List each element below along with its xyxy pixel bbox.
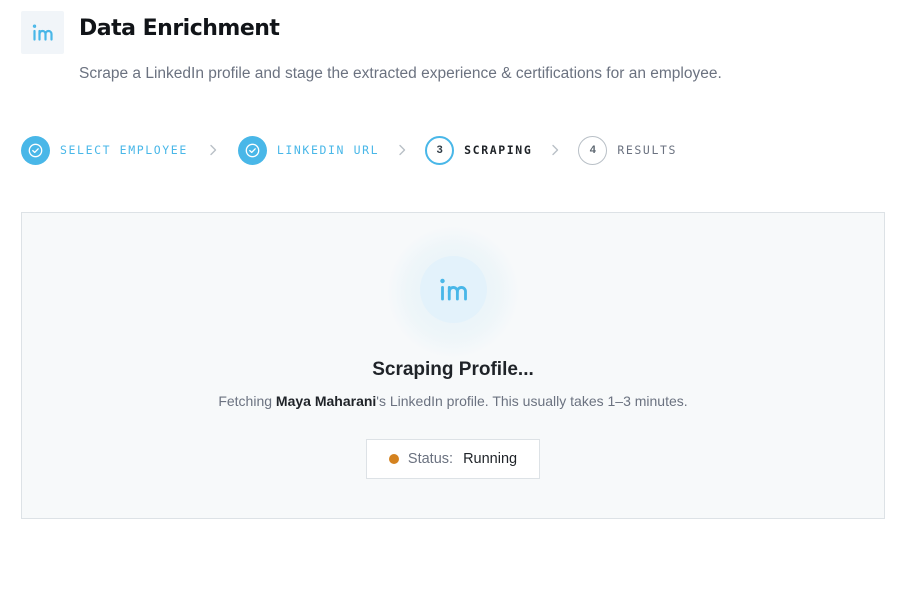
desc-suffix: 's LinkedIn profile. This usually takes … <box>376 393 688 409</box>
status-dot <box>388 454 399 464</box>
chevron-right-icon <box>395 143 409 157</box>
step-label: LINKEDIN URL <box>276 143 380 157</box>
step-label: SCRAPING <box>464 143 533 157</box>
step-results[interactable]: 4 RESULTS <box>578 135 678 165</box>
step-linkedin-url[interactable]: LINKEDIN URL <box>237 135 380 165</box>
page-subtitle: Scrape a LinkedIn profile and stage the … <box>79 65 722 82</box>
check-circle-icon <box>21 135 50 165</box>
employee-name: Maya Maharani <box>275 393 377 409</box>
data-enrichment-page: Data Enrichment Scrape a LinkedIn profil… <box>0 0 916 589</box>
stepper: SELECT EMPLOYEE LINKEDIN URL 3 SCRAPING <box>21 135 677 165</box>
step-number: 3 <box>425 135 455 165</box>
status-label: Status: <box>407 451 454 467</box>
step-scraping[interactable]: 3 SCRAPING <box>425 135 533 165</box>
step-label: RESULTS <box>617 143 678 157</box>
step-select-employee[interactable]: SELECT EMPLOYEE <box>21 135 188 165</box>
chevron-right-icon <box>206 143 220 157</box>
status-value: Running <box>463 451 518 467</box>
linkedin-icon <box>21 11 64 54</box>
page-title: Data Enrichment <box>79 16 280 41</box>
step-number: 4 <box>578 135 608 165</box>
chevron-right-icon <box>548 143 562 157</box>
status-box: Status: Running <box>366 439 540 479</box>
step-label: SELECT EMPLOYEE <box>60 143 188 157</box>
panel-title: Scraping Profile... <box>372 359 534 380</box>
linkedin-icon <box>420 256 487 323</box>
scraping-panel: Scraping Profile... Fetching Maya Mahara… <box>21 212 885 519</box>
desc-prefix: Fetching <box>218 393 276 409</box>
check-circle-icon <box>237 135 267 165</box>
panel-description: Fetching Maya Maharani's LinkedIn profil… <box>22 393 884 409</box>
